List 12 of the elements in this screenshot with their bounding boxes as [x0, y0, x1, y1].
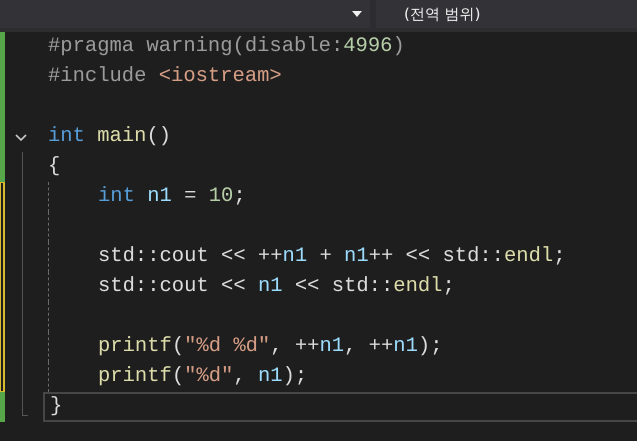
- scope-dropdown[interactable]: (전역 범위): [376, 0, 637, 28]
- code-line: {: [47, 154, 62, 180]
- code-line: std::cout << n1 << std::endl;: [43, 272, 637, 302]
- caret-icon: [352, 11, 362, 17]
- code-line: std::cout << ++n1 + n1++ << std::endl;: [43, 242, 637, 272]
- code-line: #pragma warning(disable:4996): [47, 34, 406, 60]
- code-line: int n1 = 10;: [43, 182, 637, 212]
- code-line: #include <iostream>: [47, 64, 283, 90]
- code-line: int main(): [47, 124, 172, 150]
- code-line: printf("%d %d", ++n1, ++n1);: [43, 332, 637, 362]
- code-line: printf("%d", n1);: [43, 362, 637, 392]
- code-line: }: [43, 392, 637, 422]
